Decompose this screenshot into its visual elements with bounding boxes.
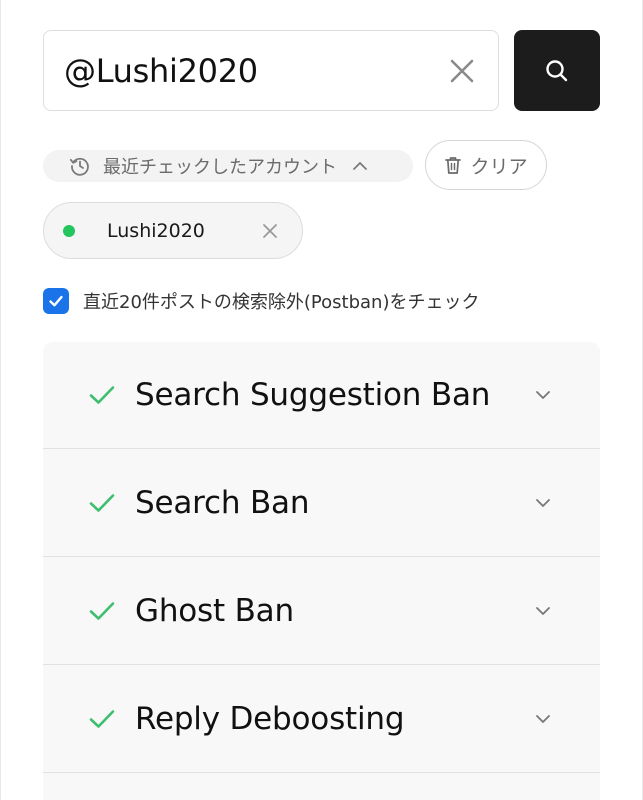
- postban-label: 直近20件ポストの検索除外(Postban)をチェック: [83, 292, 480, 313]
- page: @Lushi2020 最近チェックしたアカウント クリア Lushi2020 直…: [0, 0, 643, 800]
- close-icon: [450, 59, 474, 82]
- check-icon: [87, 596, 117, 626]
- clear-history-button[interactable]: クリア: [425, 140, 547, 190]
- search-input[interactable]: @Lushi2020: [43, 30, 499, 111]
- close-icon: [263, 223, 277, 238]
- history-icon: [69, 155, 91, 177]
- search-icon: [546, 59, 568, 81]
- chevron-up-icon: [351, 157, 369, 175]
- result-title: Reply Deboosting: [135, 700, 405, 737]
- chevron-down-icon: [532, 492, 554, 514]
- result-search-ban[interactable]: Search Ban: [43, 449, 600, 557]
- left-border: [0, 0, 1, 800]
- result-ghost-ban[interactable]: Ghost Ban: [43, 557, 600, 665]
- result-reply-deboosting[interactable]: Reply Deboosting: [43, 665, 600, 773]
- trash-icon: [445, 157, 462, 174]
- check-icon: [87, 704, 117, 734]
- postban-checkbox[interactable]: [43, 288, 69, 314]
- search-input-value[interactable]: @Lushi2020: [64, 52, 440, 90]
- remove-account-button[interactable]: [254, 215, 286, 247]
- result-search-suggestion-ban[interactable]: Search Suggestion Ban: [43, 342, 600, 449]
- result-title: Search Suggestion Ban: [135, 377, 491, 413]
- chevron-down-icon: [532, 708, 554, 730]
- chevron-down-icon: [532, 384, 554, 406]
- checkmark-icon: [49, 295, 63, 307]
- recent-accounts-label: 最近チェックしたアカウント: [103, 157, 337, 178]
- chevron-down-icon: [532, 600, 554, 622]
- results-list: Search Suggestion Ban Search Ban Ghost B…: [43, 342, 600, 800]
- recent-account-name: Lushi2020: [107, 219, 205, 242]
- result-title: Search Ban: [135, 484, 310, 521]
- postban-option: 直近20件ポストの検索除外(Postban)をチェック: [43, 287, 479, 315]
- clear-history-label: クリア: [470, 155, 528, 178]
- search-button[interactable]: [514, 30, 600, 111]
- result-title: Ghost Ban: [135, 592, 294, 629]
- result-item-partial: [43, 773, 600, 800]
- check-icon: [87, 488, 117, 518]
- status-dot: [63, 224, 75, 237]
- recent-accounts-toggle[interactable]: 最近チェックしたアカウント: [43, 150, 413, 182]
- recent-account-chip[interactable]: Lushi2020: [43, 202, 303, 259]
- clear-input-button[interactable]: [440, 49, 484, 93]
- check-icon: [87, 380, 117, 410]
